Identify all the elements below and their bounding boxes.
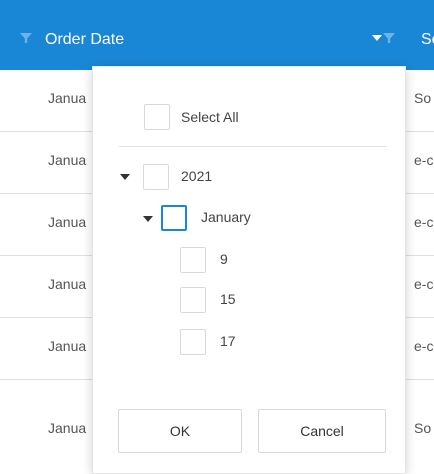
day-label[interactable]: 9 xyxy=(220,251,228,267)
day-checkbox[interactable] xyxy=(180,247,206,273)
day-label[interactable]: 17 xyxy=(220,333,236,349)
divider xyxy=(119,146,387,147)
month-label[interactable]: January xyxy=(201,209,251,225)
order-date-cell: Janua xyxy=(48,152,87,168)
order-date-cell: Janua xyxy=(48,90,87,106)
order-date-cell: Janua xyxy=(48,338,87,354)
day-label[interactable]: 15 xyxy=(220,291,236,307)
next-column-title[interactable]: Sc xyxy=(421,30,434,50)
filter-icon[interactable] xyxy=(20,32,32,44)
order-date-column-title[interactable]: Order Date xyxy=(45,30,124,50)
next-column-cell: So xyxy=(414,90,432,106)
cancel-button[interactable]: Cancel xyxy=(258,409,386,453)
month-checkbox[interactable] xyxy=(161,205,187,231)
ok-button[interactable]: OK xyxy=(118,409,242,453)
next-column-cell: e-c xyxy=(414,276,434,292)
select-all-checkbox[interactable] xyxy=(144,104,170,130)
next-column-cell: e-c xyxy=(414,152,434,168)
next-column-cell: e-c xyxy=(414,214,434,230)
grid-header: Order Date Sc xyxy=(0,0,434,70)
next-column-cell: e-c xyxy=(414,338,434,354)
year-checkbox[interactable] xyxy=(143,164,169,190)
year-label[interactable]: 2021 xyxy=(181,168,212,184)
expand-caret-icon[interactable] xyxy=(143,216,153,222)
expand-caret-icon[interactable] xyxy=(120,174,130,180)
day-checkbox[interactable] xyxy=(180,287,206,313)
filter-popup: Select All 2021 January 9 15 17 OK Cance… xyxy=(92,66,406,474)
sort-caret-icon[interactable] xyxy=(372,35,382,41)
select-all-label[interactable]: Select All xyxy=(181,109,239,125)
day-checkbox[interactable] xyxy=(180,329,206,355)
order-date-cell: Janua xyxy=(48,214,87,230)
order-date-cell: Janua xyxy=(48,420,87,436)
filter-icon[interactable] xyxy=(383,32,395,44)
order-date-cell: Janua xyxy=(48,276,87,292)
next-column-cell: So xyxy=(414,420,432,436)
